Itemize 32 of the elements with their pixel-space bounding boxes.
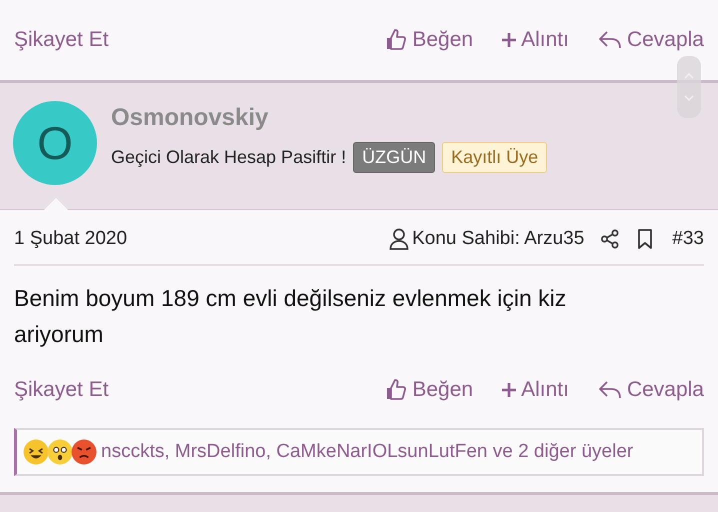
user-avatar[interactable]: O <box>13 101 97 185</box>
user-badge: ÜZGÜN <box>353 142 436 173</box>
report-link[interactable]: Şikayet Et <box>14 378 109 402</box>
post-text: Benim boyum 189 cm evli değilseniz evlenmek için kiz ariyorum <box>14 284 568 349</box>
like-button[interactable]: Beğen <box>384 28 474 52</box>
thumbs-up-icon <box>384 378 408 402</box>
user-status: Geçici Olarak Hesap Pasiftir ! <box>111 147 346 168</box>
plus-icon <box>501 32 518 48</box>
thread-starter-link[interactable]: Konu Sahibi: Arzu35 <box>389 228 584 250</box>
scroll-handle[interactable] <box>677 56 701 118</box>
reply-button[interactable]: Cevapla <box>596 28 704 52</box>
user-badge: Kayıtlı Üye <box>442 142 548 173</box>
quote-button[interactable]: Alıntı <box>501 378 569 402</box>
user-icon <box>389 228 410 250</box>
report-link[interactable]: Şikayet Et <box>14 28 109 52</box>
reply-icon <box>596 379 623 401</box>
laughing-emoji-icon <box>23 439 49 465</box>
post-number-link[interactable]: #33 <box>672 228 704 250</box>
username[interactable]: Osmonovskiy <box>111 104 548 132</box>
quote-button[interactable]: Alıntı <box>501 28 569 52</box>
reply-button[interactable]: Cevapla <box>596 378 704 402</box>
post-date[interactable]: 1 Şubat 2020 <box>14 228 128 250</box>
pointer-notch <box>44 198 68 210</box>
shocked-emoji-icon <box>47 439 73 465</box>
reply-icon <box>596 29 623 51</box>
share-icon[interactable] <box>600 229 620 249</box>
plus-icon <box>501 382 518 398</box>
reactions-bar[interactable]: nscckts, MrsDelfino, CaMkeNarIOLsunLutFen ve 2 diğer üyeler <box>14 428 704 476</box>
like-button[interactable]: Beğen <box>384 378 474 402</box>
bookmark-icon[interactable] <box>636 229 654 249</box>
angry-emoji-icon <box>71 439 97 465</box>
thumbs-up-icon <box>384 28 408 52</box>
